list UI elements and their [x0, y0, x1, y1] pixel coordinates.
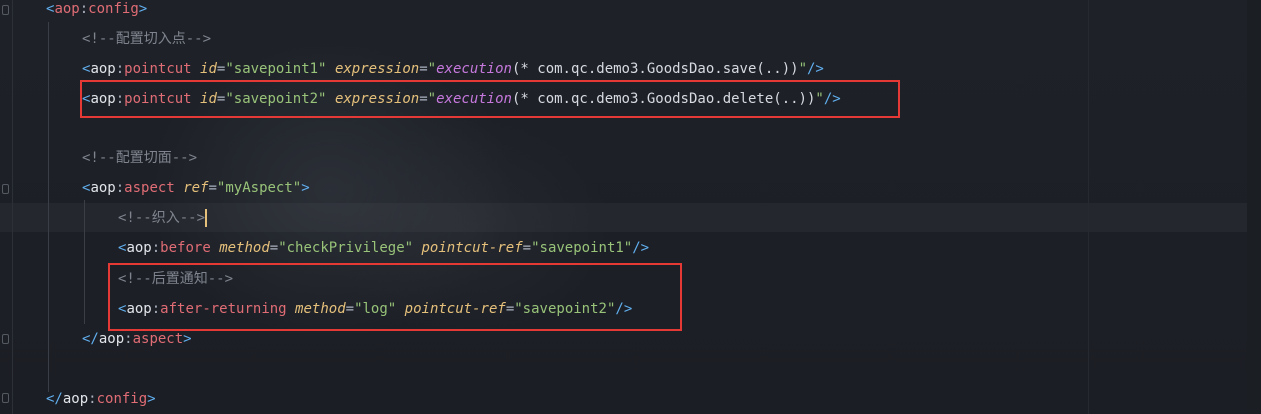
code-line-config-close[interactable]: </aop:config>	[46, 388, 156, 410]
attr-name: method	[219, 240, 270, 256]
attr-equals: =	[208, 180, 217, 196]
comment-text: <!--配置切面-->	[82, 150, 198, 166]
attr-value: "myAspect"	[216, 180, 302, 196]
attr-name: expression	[334, 61, 420, 77]
tag-colon: :	[115, 180, 125, 196]
comment-text: <!--配置切入点-->	[82, 31, 212, 47]
highlight-box-pointcut	[80, 80, 900, 118]
code-line-config-open[interactable]: <aop:config>	[46, 0, 147, 20]
tag-colon: :	[115, 61, 125, 77]
tag-colon: :	[79, 1, 89, 17]
attr-value: "savepoint1"	[225, 61, 327, 77]
attr-name: id	[200, 61, 217, 77]
expr-body: * com.qc.demo3.GoodsDao.save(..))	[520, 61, 799, 77]
tag-namespace: aop	[90, 61, 116, 77]
fold-marker-aspect-end[interactable]	[2, 334, 9, 344]
tag-selfclose: />	[632, 240, 650, 256]
expr-function: execution	[436, 61, 512, 77]
tag-bracket: >	[138, 1, 148, 17]
fold-marker-aspect[interactable]	[2, 184, 9, 194]
text-cursor	[205, 209, 208, 227]
code-line-aspect-close[interactable]: </aop:aspect>	[82, 328, 192, 350]
code-editor[interactable]: <aop:config> <!--配置切入点--> <aop:pointcut …	[0, 0, 1261, 414]
tag-name: config	[88, 1, 139, 17]
attr-name: ref	[183, 180, 209, 196]
attr-equals: =	[419, 61, 428, 77]
tag-namespace: aop	[90, 180, 116, 196]
fold-marker-config-end[interactable]	[2, 393, 9, 403]
tag-bracket: >	[183, 331, 192, 347]
attr-value: "savepoint1"	[531, 240, 633, 256]
tag-bracket: >	[301, 180, 310, 196]
vertical-scrollbar[interactable]	[1247, 0, 1261, 414]
tag-bracket: </	[46, 391, 63, 407]
tag-colon: :	[124, 331, 133, 347]
tag-name: aspect	[124, 180, 175, 196]
comment-text: <!--织入-->	[118, 210, 206, 226]
attr-equals: =	[269, 240, 279, 256]
gutter-divider	[12, 0, 13, 414]
indent-guide-level1	[48, 22, 49, 392]
indent-guide-level2	[84, 200, 85, 324]
minimap-divider	[1088, 0, 1089, 414]
attr-equals: =	[522, 240, 532, 256]
tag-namespace: aop	[126, 240, 152, 256]
tag-colon: :	[88, 391, 97, 407]
tag-name: pointcut	[124, 61, 192, 77]
tag-name: aspect	[132, 331, 184, 347]
tag-bracket: >	[147, 391, 156, 407]
highlight-box-after-returning	[108, 263, 682, 331]
attr-value: "checkPrivilege"	[278, 240, 414, 256]
fold-marker-config[interactable]	[2, 5, 9, 15]
code-line-comment-pointcut[interactable]: <!--配置切入点-->	[82, 28, 211, 50]
code-line-before[interactable]: <aop:before method="checkPrivilege" poin…	[118, 237, 649, 259]
code-line-comment-weave[interactable]: <!--织入-->	[118, 207, 208, 229]
tag-namespace: aop	[62, 391, 89, 407]
tag-name: before	[160, 240, 211, 256]
code-line-aspect-open[interactable]: <aop:aspect ref="myAspect">	[82, 177, 310, 199]
attr-quote: "	[798, 61, 807, 77]
tag-colon: :	[151, 240, 161, 256]
tag-namespace: aop	[98, 331, 125, 347]
attr-quote: "	[427, 61, 437, 77]
code-line-pointcut-1[interactable]: <aop:pointcut id="savepoint1" expression…	[82, 58, 824, 80]
tag-bracket: </	[82, 331, 99, 347]
tag-selfclose: />	[807, 61, 824, 77]
tag-namespace: aop	[54, 1, 80, 17]
attr-name: pointcut-ref	[421, 240, 523, 256]
code-line-comment-aspect[interactable]: <!--配置切面-->	[82, 147, 197, 169]
tag-name: config	[96, 391, 148, 407]
